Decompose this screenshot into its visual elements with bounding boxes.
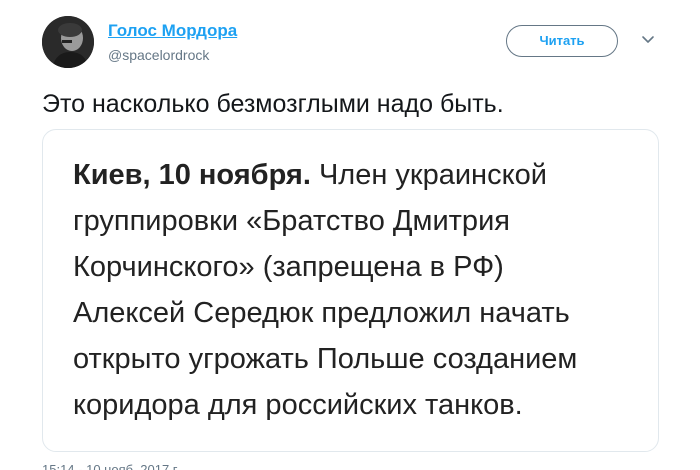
tweet: Голос Мордора @spacelordrock Читать Это … [0,0,700,470]
tweet-timestamp[interactable]: 15:14 - 10 нояб. 2017 г. [42,462,180,470]
author-handle[interactable]: @spacelordrock [108,47,209,63]
card-line: группировки «Братство Дмитрия [73,205,510,237]
chevron-down-icon [642,36,654,43]
tweet-text: Это насколько безмозглыми надо быть. [42,90,504,118]
more-options-button[interactable] [641,35,655,45]
card-line: Корчинского» (запрещена в РФ) [73,251,504,283]
card-line-rest: Член украинской [310,159,547,191]
author-display-name[interactable]: Голос Мордора [108,21,237,41]
card-line: Алексей Середюк предложил начать [73,297,570,329]
follow-button[interactable]: Читать [506,25,618,57]
card-line: коридора для российских танков. [73,389,523,421]
avatar[interactable] [42,16,94,68]
card-line: Киев, 10 ноября. Член украинской [73,152,653,198]
card-lead: Киев, 10 ноября. [73,159,311,191]
avatar-portrait-icon [42,16,94,68]
quoted-image-card[interactable]: Киев, 10 ноября. Член украинской группир… [42,129,659,452]
card-line: открыто угрожать Польше созданием [73,343,578,375]
card-text: Киев, 10 ноября. Член украинской группир… [73,152,653,428]
